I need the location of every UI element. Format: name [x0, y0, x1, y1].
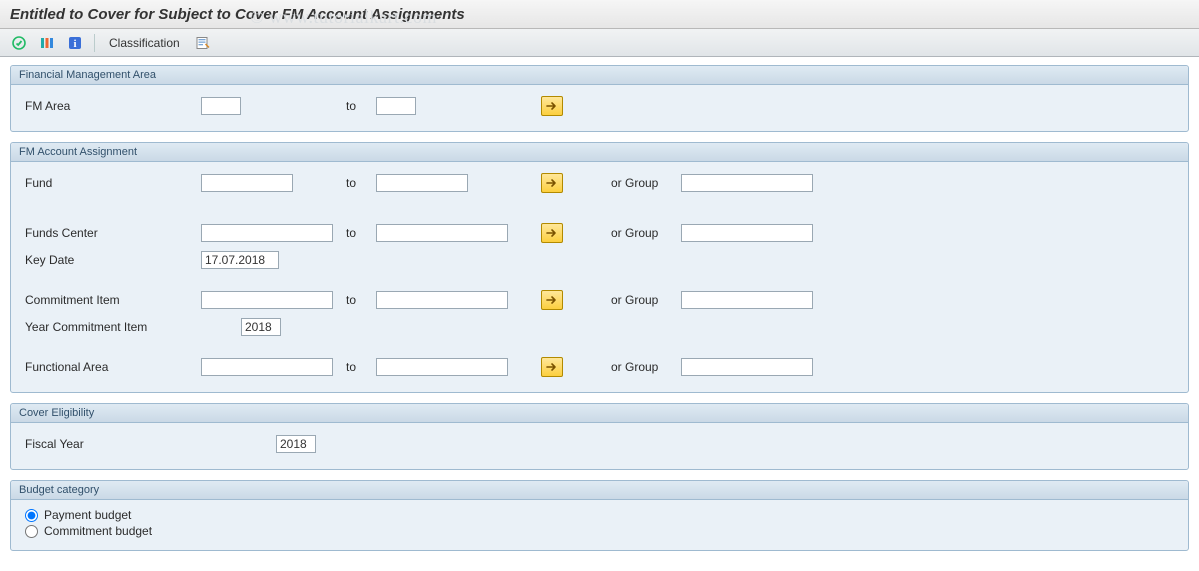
year-commitment-item-label: Year Commitment Item: [21, 320, 241, 334]
classification-button[interactable]: Classification: [103, 33, 186, 53]
row-fm-area: FM Area to: [21, 94, 1178, 118]
toolbar: i Classification: [0, 29, 1199, 57]
row-fund: Fund to or Group: [21, 171, 1178, 195]
fiscal-year-input[interactable]: [276, 435, 316, 453]
variants-icon[interactable]: [36, 33, 58, 53]
commitment-item-multiselect-icon[interactable]: [541, 290, 563, 310]
to-label: to: [346, 360, 376, 374]
execute-icon[interactable]: [8, 33, 30, 53]
commitment-item-to-input[interactable]: [376, 291, 508, 309]
year-commitment-item-input[interactable]: [241, 318, 281, 336]
commitment-budget-label: Commitment budget: [44, 524, 152, 538]
functional-area-to-input[interactable]: [376, 358, 508, 376]
funds-center-multiselect-icon[interactable]: [541, 223, 563, 243]
row-year-commitment-item: Year Commitment Item: [21, 315, 1178, 339]
svg-text:i: i: [73, 38, 76, 50]
fm-area-from-input[interactable]: [201, 97, 241, 115]
commitment-budget-radio-row[interactable]: Commitment budget: [25, 524, 1178, 538]
or-group-label: or Group: [611, 293, 681, 307]
header: Entitled to Cover for Subject to Cover F…: [0, 0, 1199, 29]
group-title: Budget category: [11, 481, 1188, 500]
app-root: Entitled to Cover for Subject to Cover F…: [0, 0, 1199, 571]
payment-budget-radio-row[interactable]: Payment budget: [25, 508, 1178, 522]
group-title: Financial Management Area: [11, 66, 1188, 85]
row-fiscal-year: Fiscal Year: [21, 432, 1178, 456]
fm-area-multiselect-icon[interactable]: [541, 96, 563, 116]
row-commitment-item: Commitment Item to or Group: [21, 288, 1178, 312]
group-fm-account-assignment: FM Account Assignment Fund to or Group F…: [10, 142, 1189, 393]
funds-center-group-input[interactable]: [681, 224, 813, 242]
commitment-item-group-input[interactable]: [681, 291, 813, 309]
or-group-label: or Group: [611, 226, 681, 240]
info-icon[interactable]: i: [64, 33, 86, 53]
fm-area-label: FM Area: [21, 99, 201, 113]
toolbar-separator: [94, 34, 95, 52]
fund-from-input[interactable]: [201, 174, 293, 192]
row-funds-center: Funds Center to or Group: [21, 221, 1178, 245]
funds-center-from-input[interactable]: [201, 224, 333, 242]
commitment-item-from-input[interactable]: [201, 291, 333, 309]
page-title: Entitled to Cover for Subject to Cover F…: [10, 6, 465, 23]
fm-area-to-input[interactable]: [376, 97, 416, 115]
to-label: to: [346, 293, 376, 307]
commitment-budget-radio[interactable]: [25, 525, 38, 538]
functional-area-multiselect-icon[interactable]: [541, 357, 563, 377]
key-date-input[interactable]: [201, 251, 279, 269]
funds-center-label: Funds Center: [21, 226, 201, 240]
classification-icon[interactable]: [192, 33, 214, 53]
group-title: FM Account Assignment: [11, 143, 1188, 162]
fund-label: Fund: [21, 176, 201, 190]
functional-area-from-input[interactable]: [201, 358, 333, 376]
group-cover-eligibility: Cover Eligibility Fiscal Year: [10, 403, 1189, 470]
to-label: to: [346, 226, 376, 240]
group-budget-category: Budget category Payment budget Commitmen…: [10, 480, 1189, 551]
payment-budget-label: Payment budget: [44, 508, 131, 522]
fund-multiselect-icon[interactable]: [541, 173, 563, 193]
row-functional-area: Functional Area to or Group: [21, 355, 1178, 379]
fiscal-year-label: Fiscal Year: [21, 437, 276, 451]
functional-area-group-input[interactable]: [681, 358, 813, 376]
functional-area-label: Functional Area: [21, 360, 201, 374]
fund-group-input[interactable]: [681, 174, 813, 192]
funds-center-to-input[interactable]: [376, 224, 508, 242]
or-group-label: or Group: [611, 176, 681, 190]
row-key-date: Key Date: [21, 248, 1178, 272]
group-financial-management-area: Financial Management Area FM Area to: [10, 65, 1189, 132]
to-label: to: [346, 99, 376, 113]
commitment-item-label: Commitment Item: [21, 293, 201, 307]
group-title: Cover Eligibility: [11, 404, 1188, 423]
fund-to-input[interactable]: [376, 174, 468, 192]
payment-budget-radio[interactable]: [25, 509, 38, 522]
key-date-label: Key Date: [21, 253, 201, 267]
or-group-label: or Group: [611, 360, 681, 374]
to-label: to: [346, 176, 376, 190]
